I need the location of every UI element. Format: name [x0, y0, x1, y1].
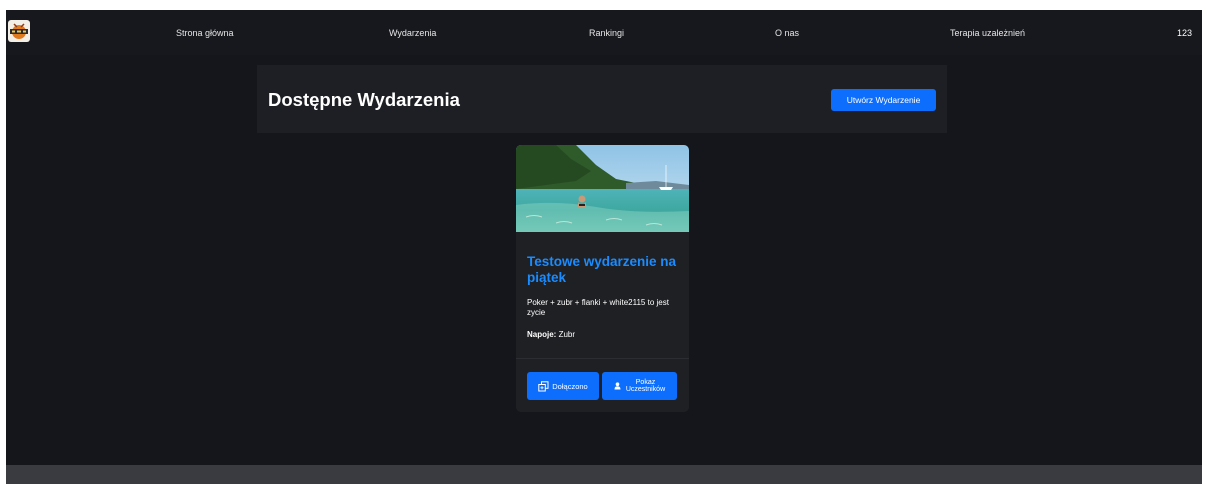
- show-participants-label: Pokaz Uczestników: [625, 378, 666, 394]
- show-participants-button[interactable]: Pokaz Uczestników: [602, 372, 677, 400]
- drinks-value: Zubr: [556, 330, 576, 339]
- event-card: Testowe wydarzenie na piątek Poker + zub…: [516, 145, 689, 412]
- user-id[interactable]: 123: [1177, 28, 1192, 38]
- event-image: [516, 145, 689, 232]
- page-title: Dostępne Wydarzenia: [268, 89, 460, 110]
- nav-link-home[interactable]: Strona główna: [176, 28, 234, 38]
- card-divider: [516, 358, 689, 359]
- joined-button[interactable]: Dołączono: [527, 372, 599, 400]
- event-drinks: Napoje: Zubr: [527, 330, 575, 339]
- app-root: Strona główna Wydarzenia Rankingi O nas …: [6, 10, 1202, 484]
- drinks-label: Napoje:: [527, 330, 557, 339]
- create-event-button[interactable]: Utwórz Wydarzenie: [831, 89, 936, 111]
- events-header-panel: Dostępne Wydarzenia Utwórz Wydarzenie: [257, 65, 947, 133]
- nav-link-rankings[interactable]: Rankingi: [589, 28, 624, 38]
- joined-button-label: Dołączono: [552, 381, 588, 391]
- nav-link-events[interactable]: Wydarzenia: [389, 28, 436, 38]
- event-description: Poker + zubr + flanki + white2115 to jes…: [527, 298, 669, 317]
- navbar: Strona główna Wydarzenia Rankingi O nas …: [6, 10, 1202, 55]
- nav-link-therapy[interactable]: Terapia uzależnień: [950, 28, 1025, 38]
- pub-logo-icon[interactable]: [8, 20, 30, 42]
- nav-link-about[interactable]: O nas: [775, 28, 799, 38]
- footer: [6, 465, 1202, 484]
- copy-icon: [538, 380, 549, 392]
- user-icon: [614, 382, 621, 390]
- event-title: Testowe wydarzenie na piątek: [527, 254, 677, 285]
